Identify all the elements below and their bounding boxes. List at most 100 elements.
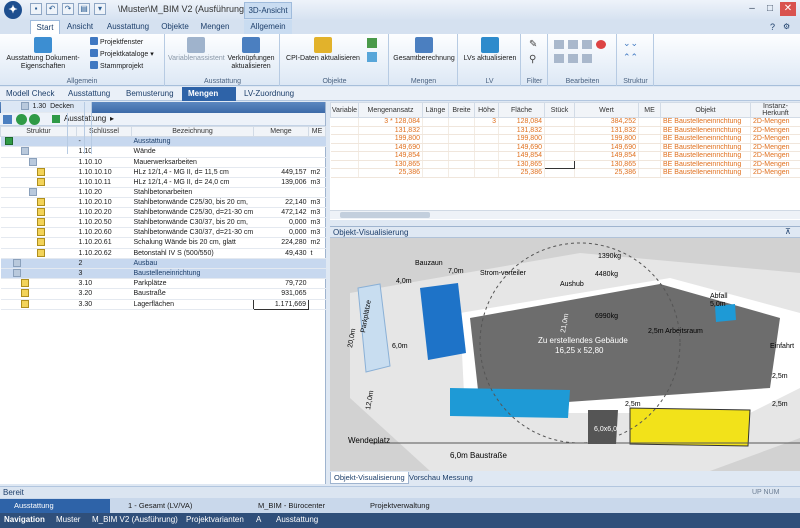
- gesamtberechnung-button[interactable]: Gesamtberechnung: [392, 37, 456, 63]
- ansatz-cell[interactable]: 149,854: [358, 151, 423, 161]
- herkunft-cell[interactable]: 2D-Mengen: [750, 168, 800, 178]
- minimize-icon[interactable]: –: [744, 2, 760, 16]
- tab-vorschau-messung[interactable]: Vorschau Messung: [406, 472, 476, 484]
- site-plan-canvas[interactable]: Zu erstellendes Gebäude 16,25 x 52,80 Ba…: [330, 238, 800, 471]
- table-row[interactable]: 1.10.10.10 HLz 12/1,4 - MG II, d= 11,5 cm…: [0, 167, 326, 178]
- herkunft-cell[interactable]: 2D-Mengen: [750, 160, 800, 169]
- flaeche-cell[interactable]: 25,386: [498, 168, 545, 178]
- crumb-mengen[interactable]: Mengen: [182, 87, 236, 101]
- empty-cell[interactable]: [544, 151, 575, 161]
- tree-cell[interactable]: [0, 187, 77, 199]
- crumb-ausstattung[interactable]: Ausstattung: [62, 87, 118, 101]
- empty-cell[interactable]: [448, 117, 475, 127]
- flaeche-cell[interactable]: 199,800: [498, 134, 545, 144]
- ansatz-cell[interactable]: 149,690: [358, 143, 423, 152]
- herkunft-cell[interactable]: 2D-Mengen: [750, 126, 800, 135]
- variablenassistent-button[interactable]: Variablenassistent: [168, 37, 225, 63]
- empty-cell[interactable]: [544, 117, 575, 127]
- tree-cell[interactable]: [0, 288, 77, 300]
- herkunft-cell[interactable]: 2D-Mengen: [750, 117, 800, 127]
- table-row[interactable]: 1.10.20.10 Stahlbetonwände C25/30, bis 20…: [0, 197, 326, 209]
- move-icon[interactable]: [568, 54, 578, 63]
- pin-icon[interactable]: ⊼: [785, 227, 791, 236]
- empty-cell[interactable]: [330, 134, 359, 144]
- redo-icon[interactable]: ↷: [62, 3, 74, 15]
- empty-cell[interactable]: [638, 168, 661, 178]
- empty-cell[interactable]: [422, 168, 449, 178]
- table-row[interactable]: 1.10.20.60 Stahlbetonwände C30/37, d=21-3…: [0, 227, 326, 239]
- table-row[interactable]: 1.10.20.50 Stahlbetonwände C30/37, bis 20…: [0, 217, 326, 229]
- collapse-all-icon[interactable]: ⌃⌃: [623, 52, 638, 63]
- nav-path-a[interactable]: A: [256, 513, 261, 528]
- nav-path-ausstattung[interactable]: Ausstattung: [276, 513, 318, 528]
- empty-cell[interactable]: [330, 117, 359, 127]
- table-row[interactable]: 3 Baustelleneinrichtung: [0, 268, 326, 280]
- table-row[interactable]: 3.20 Baustraße 931,065: [0, 288, 326, 300]
- tab-objekte[interactable]: Objekte: [157, 20, 193, 34]
- empty-cell[interactable]: [422, 151, 449, 161]
- empty-cell[interactable]: [422, 134, 449, 144]
- objekt-cell[interactable]: BE Baustelleneinrichtung: [660, 117, 751, 127]
- hoehe-cell[interactable]: [474, 160, 499, 169]
- hoehe-cell[interactable]: [474, 151, 499, 161]
- empty-cell[interactable]: [448, 126, 475, 135]
- col-me[interactable]: ME: [638, 102, 661, 118]
- col-me[interactable]: ME: [308, 126, 326, 137]
- app-logo-icon[interactable]: ✦: [4, 1, 22, 19]
- rename-icon[interactable]: [582, 54, 592, 63]
- wert-cell[interactable]: 199,800: [574, 134, 639, 144]
- hoehe-cell[interactable]: 3: [474, 117, 499, 127]
- empty-cell[interactable]: [330, 151, 359, 161]
- empty-cell[interactable]: [638, 151, 661, 161]
- objekt-cell[interactable]: BE Baustelleneinrichtung: [660, 134, 751, 144]
- insert-icon[interactable]: [554, 54, 564, 63]
- tree-cell[interactable]: [0, 258, 77, 270]
- col-bezeichnung[interactable]: Bezeichnung: [131, 126, 254, 137]
- ansatz-cell[interactable]: 131,832: [358, 126, 423, 135]
- col-menge[interactable]: Menge: [253, 126, 309, 137]
- empty-cell[interactable]: [330, 168, 359, 178]
- cut-icon[interactable]: [568, 40, 578, 49]
- customize-quickaccess-icon[interactable]: ▾: [94, 3, 106, 15]
- table-row[interactable]: 1.10.20.61 Schalung Wände bis 20 cm, glat…: [0, 237, 326, 249]
- flaeche-cell[interactable]: 130,865: [498, 160, 545, 169]
- col-objekt[interactable]: Objekt: [660, 102, 751, 118]
- empty-cell[interactable]: [544, 126, 575, 135]
- empty-cell[interactable]: [448, 143, 475, 152]
- tree-cell[interactable]: [0, 237, 77, 249]
- object-refresh-icon[interactable]: [367, 38, 377, 48]
- path-dropdown-icon[interactable]: ▸: [110, 114, 114, 123]
- undo-icon[interactable]: ↶: [46, 3, 58, 15]
- tree-cell[interactable]: [0, 227, 77, 239]
- lvs-aktualisieren-button[interactable]: LVs aktualisieren: [461, 37, 519, 63]
- nav-path-muster[interactable]: Muster: [56, 513, 80, 528]
- tab-objekt-visualisierung[interactable]: Objekt-Visualisierung: [330, 472, 409, 484]
- nav-path-bim[interactable]: M_BIM V2 (Ausführung): [92, 513, 178, 528]
- empty-cell[interactable]: [448, 168, 475, 178]
- empty-cell[interactable]: [422, 117, 449, 127]
- tree-cell[interactable]: [0, 299, 77, 310]
- herkunft-cell[interactable]: 2D-Mengen: [750, 143, 800, 152]
- ausstattung-dokument-button[interactable]: Ausstattung Dokument-Eigenschaften: [4, 37, 82, 71]
- col-l-nge[interactable]: Länge: [422, 102, 449, 118]
- flaeche-cell[interactable]: 131,832: [498, 126, 545, 135]
- table-row[interactable]: 199,800 199,800 199,800 BE Baustelleneinric…: [330, 134, 800, 144]
- table-row[interactable]: 3 * 128,084 3 128,084 384,252 BE Baustellene…: [330, 117, 800, 127]
- nav-path-varianten[interactable]: Projektvarianten: [186, 513, 244, 528]
- tab-allgemein[interactable]: Allgemein: [244, 20, 292, 34]
- empty-cell[interactable]: [638, 134, 661, 144]
- objekt-cell[interactable]: BE Baustelleneinrichtung: [660, 143, 751, 152]
- table-row[interactable]: 149,854 149,854 149,854 BE Baustelleneinric…: [330, 151, 800, 161]
- empty-cell[interactable]: [638, 117, 661, 127]
- ansatz-cell[interactable]: 25,386: [358, 168, 423, 178]
- col-wert[interactable]: Wert: [574, 102, 639, 118]
- table-row[interactable]: 1.10.10.11 HLz 12/1,4 - MG II, d= 24,0 cm…: [0, 177, 326, 188]
- empty-cell[interactable]: [544, 143, 575, 152]
- filter-icon[interactable]: ⚲: [529, 54, 536, 65]
- hoehe-cell[interactable]: [474, 168, 499, 178]
- table-row[interactable]: 2 Ausbau: [0, 258, 326, 270]
- tree-cell[interactable]: [0, 217, 77, 229]
- table-row[interactable]: 1.10.20.20 Stahlbetonwände C25/30, d=21-3…: [0, 207, 326, 219]
- flaeche-cell[interactable]: 149,854: [498, 151, 545, 161]
- empty-cell[interactable]: [448, 151, 475, 161]
